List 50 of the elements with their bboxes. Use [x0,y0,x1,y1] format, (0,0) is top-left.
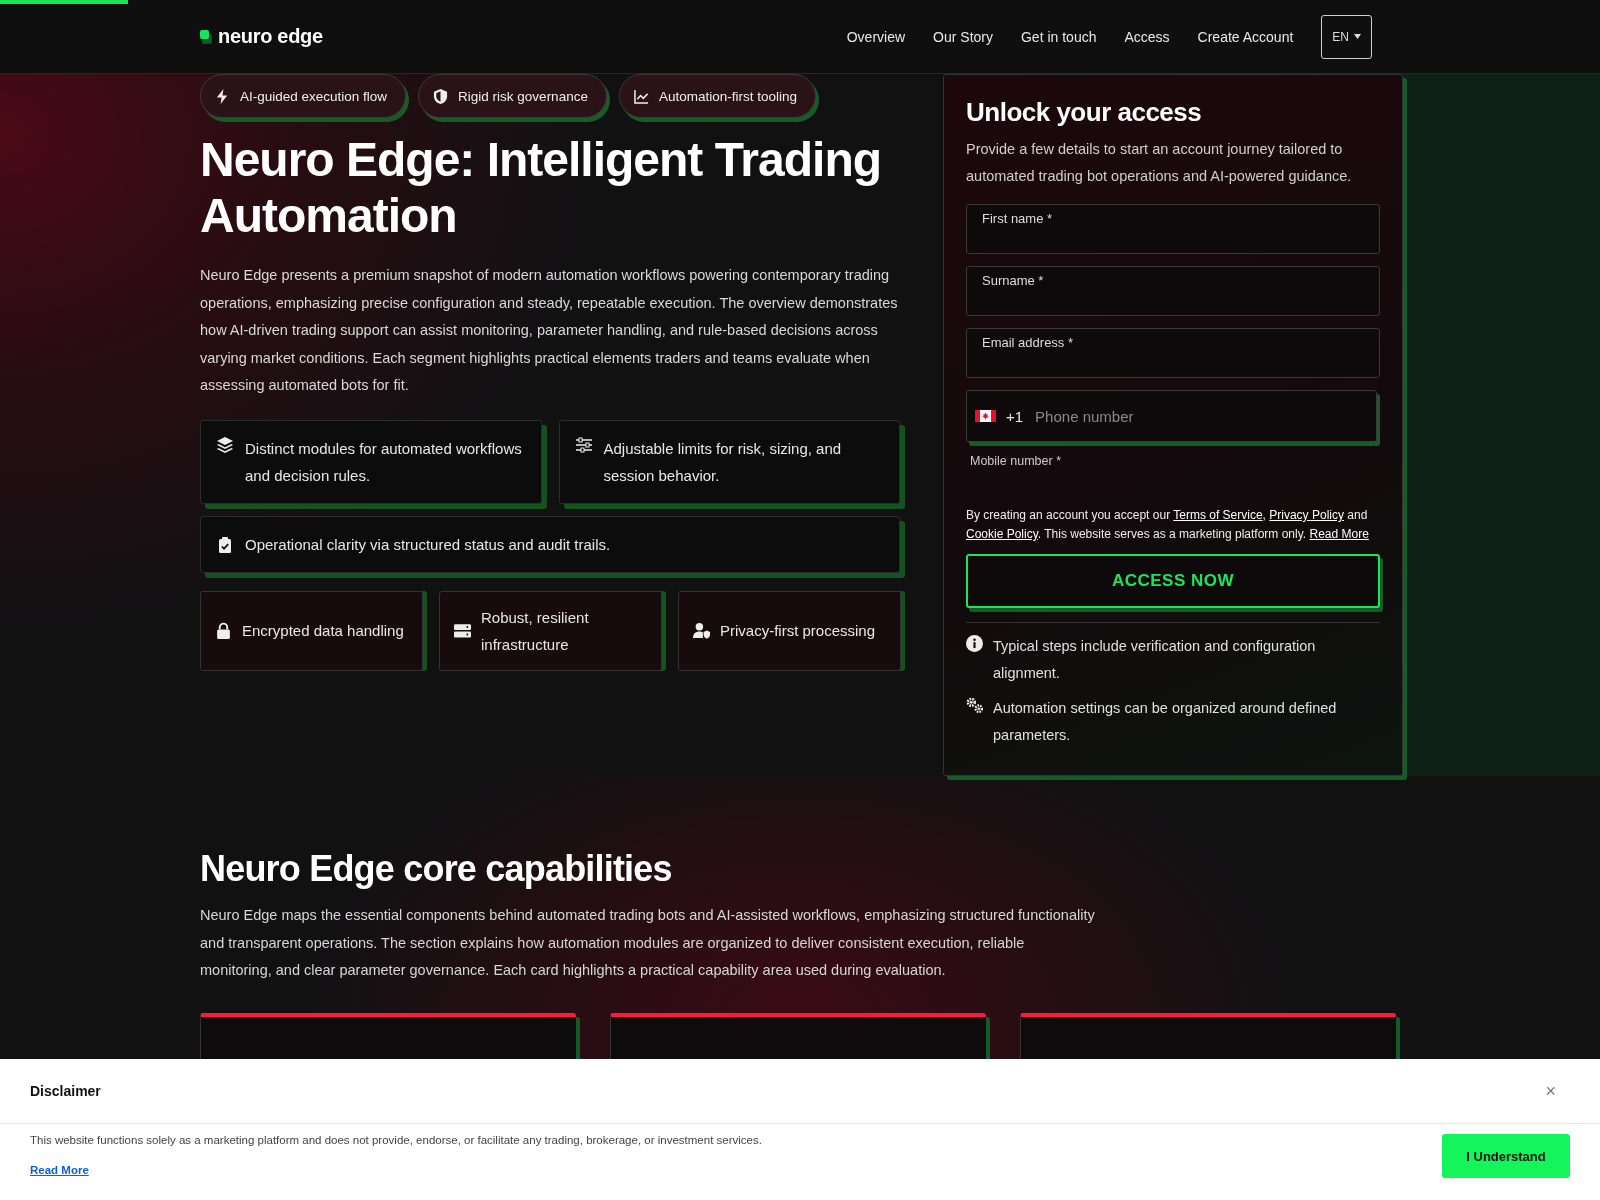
disclaimer-text: This website functions solely as a marketing platform and does not provide, endorse, or facilitate any trading, brokerage, or investment services. [30,1134,762,1146]
form-subtitle: Provide a few details to start an account journey tailored to automated trading bot operations and AI-powered guidance. [966,140,1353,186]
info-icon [966,635,983,652]
line-chart-icon [633,88,649,104]
feature-text: Distinct modules for automated workflows and decision rules. [245,438,523,486]
nav-link[interactable]: Overview [846,28,906,45]
nav-link[interactable]: Access [1124,28,1170,45]
lock-icon [215,622,232,639]
note-text: Automation settings can be organized around defined parameters. [993,699,1338,745]
trust-text: Privacy-first processing [720,621,876,641]
shield-icon [433,88,449,104]
policy-link[interactable]: Privacy Policy [1269,508,1344,522]
caret-icon [1354,34,1361,39]
input-field[interactable]: First name * [966,204,1380,254]
section-paragraph: Neuro Edge maps the essential components behind automated trading bots and AI-assisted workflows, emphasizing structured functionality and transparent operations. The section explains how automation modules are organized to deliver consistent execution, reliable monitoring, and clear parameter governance. Each card highlights a practical capability area used during evaluation. [200,906,1096,980]
gears-icon [966,697,983,714]
nav-link[interactable]: Get in touch [1020,28,1097,45]
policy-link[interactable]: Cookie Policy [966,527,1038,541]
trust-text: Robust, resilient infrastructure [481,607,590,655]
read-more-link[interactable]: Read More [30,1164,89,1176]
server-icon [454,622,471,639]
note-text: Typical steps include verification and configuration alignment. [993,637,1317,683]
policy-link[interactable]: Read More [1309,527,1369,541]
language-button[interactable]: EN [1321,14,1372,59]
logo-icon [200,29,212,44]
form-title: Unlock your access [966,97,1203,128]
input-field[interactable]: Email address * [966,328,1380,378]
sliders-icon [575,436,592,453]
section-title: Neuro Edge core capabilities [200,848,673,890]
understand-button[interactable]: I Understand [1442,1134,1570,1178]
layers-icon [217,436,233,453]
user-shield-icon [693,622,710,639]
policy-link[interactable]: Terms of Service [1173,508,1263,522]
logo-text[interactable]: neuro edge [218,25,323,48]
close-button[interactable]: × [1541,1080,1560,1102]
phone-number-input[interactable]: Phone number [1033,406,1368,426]
feature-text: Operational clarity via structured status and audit trails. [245,534,611,555]
flag-icon [975,410,996,422]
nav-link[interactable]: Create Account [1197,28,1294,45]
intro-paragraph: Neuro Edge presents a premium snapshot of modern automation workflows powering contemporary trading operations, emphasizing precise configuration and steady, repeatable execution. The overview demonstrates how AI-driven trading support can assist monitoring, parameter handling, and rule-based decisions across varying market conditions. Each segment highlights practical elements traders and teams evaluate when assessing automated bots for fit. [200,266,899,395]
trust-text: Encrypted data handling [242,621,404,641]
disclaimer-title: Disclaimer [30,1083,101,1099]
field-label: Mobile number * [970,454,1062,468]
nav-link[interactable]: Our Story [933,28,993,45]
feature-text: Adjustable limits for risk, sizing, and session behavior. [603,438,843,486]
hero-title: Neuro Edge: Intelligent Trading Automation [200,132,883,244]
dial-code: +1 [1006,407,1024,425]
clipboard-check-icon [217,537,233,553]
input-field[interactable]: Surname * [966,266,1380,316]
consent-text: By creating an account you accept our Terms of Service, Privacy Policy and Cookie Policy. This website serves as a marketing platform only. Read More [966,507,1370,543]
